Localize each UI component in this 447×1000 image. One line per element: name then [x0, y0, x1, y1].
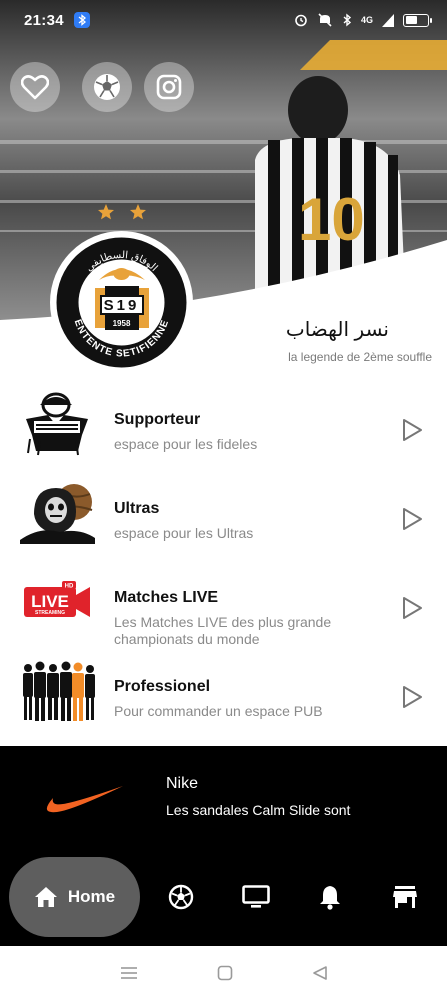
play-arrow-icon[interactable]: [401, 507, 423, 531]
professionals-icon: [23, 661, 95, 721]
menu-title: Ultras: [114, 500, 160, 517]
notifications-icon: [320, 886, 340, 910]
club-stars: [97, 203, 147, 221]
nav-home-label: Home: [67, 887, 116, 906]
football-button[interactable]: [82, 62, 132, 112]
system-navigation: [0, 946, 447, 1000]
play-arrow-icon[interactable]: [401, 596, 423, 620]
favorite-button[interactable]: [10, 62, 60, 112]
back-icon[interactable]: [312, 965, 328, 981]
crest-badge: الوفاق السطايفي ENTENTE SETIFIENNE S19 1…: [56, 237, 187, 368]
nav-football[interactable]: [167, 883, 195, 911]
signal-icon: [382, 13, 394, 27]
live-badge: HD: [65, 584, 74, 590]
mute-icon: [318, 13, 332, 27]
soccer-ball-icon: [94, 74, 120, 100]
supporter-icon: [26, 392, 88, 456]
menu-title: Matches LIVE: [114, 589, 219, 606]
nike-logo: [46, 786, 123, 813]
menu-icon[interactable]: [120, 966, 138, 980]
nav-store[interactable]: [391, 883, 419, 911]
crest-year: 1958: [113, 319, 131, 328]
tv-icon: [242, 885, 270, 908]
store-icon: [393, 886, 417, 908]
bottom-navigation: Home: [0, 857, 447, 937]
heart-icon: [21, 75, 49, 100]
instagram-button[interactable]: [144, 62, 194, 112]
play-arrow-icon[interactable]: [401, 685, 423, 709]
club-name: نسر الهضاب: [285, 319, 389, 341]
streaming-label: STREAMING: [35, 610, 65, 616]
svg-text:10: 10: [298, 186, 365, 253]
status-bar: 21:34 4G: [0, 0, 447, 40]
crest-initials: S19: [104, 297, 140, 314]
menu-item-supporteur[interactable]: Supporteur espace pour les fideles: [0, 385, 447, 465]
home-square-icon[interactable]: [217, 965, 233, 981]
club-tagline: la legende de 2ème souffle: [288, 350, 432, 364]
menu-subtitle: espace pour les fideles: [114, 436, 258, 452]
menu-title: Supporteur: [114, 411, 201, 428]
soccer-ball-icon: [168, 884, 194, 910]
menu-item-professionel[interactable]: Professionel Pour commander un espace PU…: [0, 652, 447, 732]
play-arrow-icon[interactable]: [401, 418, 423, 442]
nav-home[interactable]: Home: [9, 857, 140, 937]
live-streaming-icon: HD LIVE STREAMING: [24, 581, 90, 617]
menu-item-matches-live[interactable]: HD LIVE STREAMING Matches LIVE Les Match…: [0, 563, 447, 647]
nav-tv[interactable]: [242, 883, 270, 911]
ultras-icon: [20, 484, 95, 544]
star-icon: [98, 204, 114, 220]
battery-icon: [403, 13, 432, 27]
menu-title: Professionel: [114, 678, 211, 695]
live-label: LIVE: [31, 592, 69, 611]
network-label: 4G: [360, 15, 373, 25]
bluetooth-status-icon: [343, 13, 352, 27]
menu-subtitle: Les Matches LIVE des plus grande champio…: [114, 614, 332, 647]
status-time: 21:34: [24, 11, 64, 29]
menu-item-ultras[interactable]: Ultras espace pour les Ultras: [0, 474, 447, 554]
menu-subtitle: Pour commander un espace PUB: [114, 703, 323, 719]
home-icon: [34, 887, 57, 907]
promo-brand: Nike: [166, 775, 199, 792]
nav-notifications[interactable]: [316, 883, 344, 911]
menu-subtitle: espace pour les Ultras: [114, 525, 254, 541]
alarm-icon: [295, 14, 307, 27]
star-icon: [130, 204, 146, 220]
club-crest: الوفاق السطايفي ENTENTE SETIFIENNE S19 1…: [50, 231, 193, 374]
promo-text: Les sandales Calm Slide sont: [166, 802, 351, 818]
instagram-icon: [156, 74, 182, 100]
bluetooth-icon: [73, 12, 90, 28]
